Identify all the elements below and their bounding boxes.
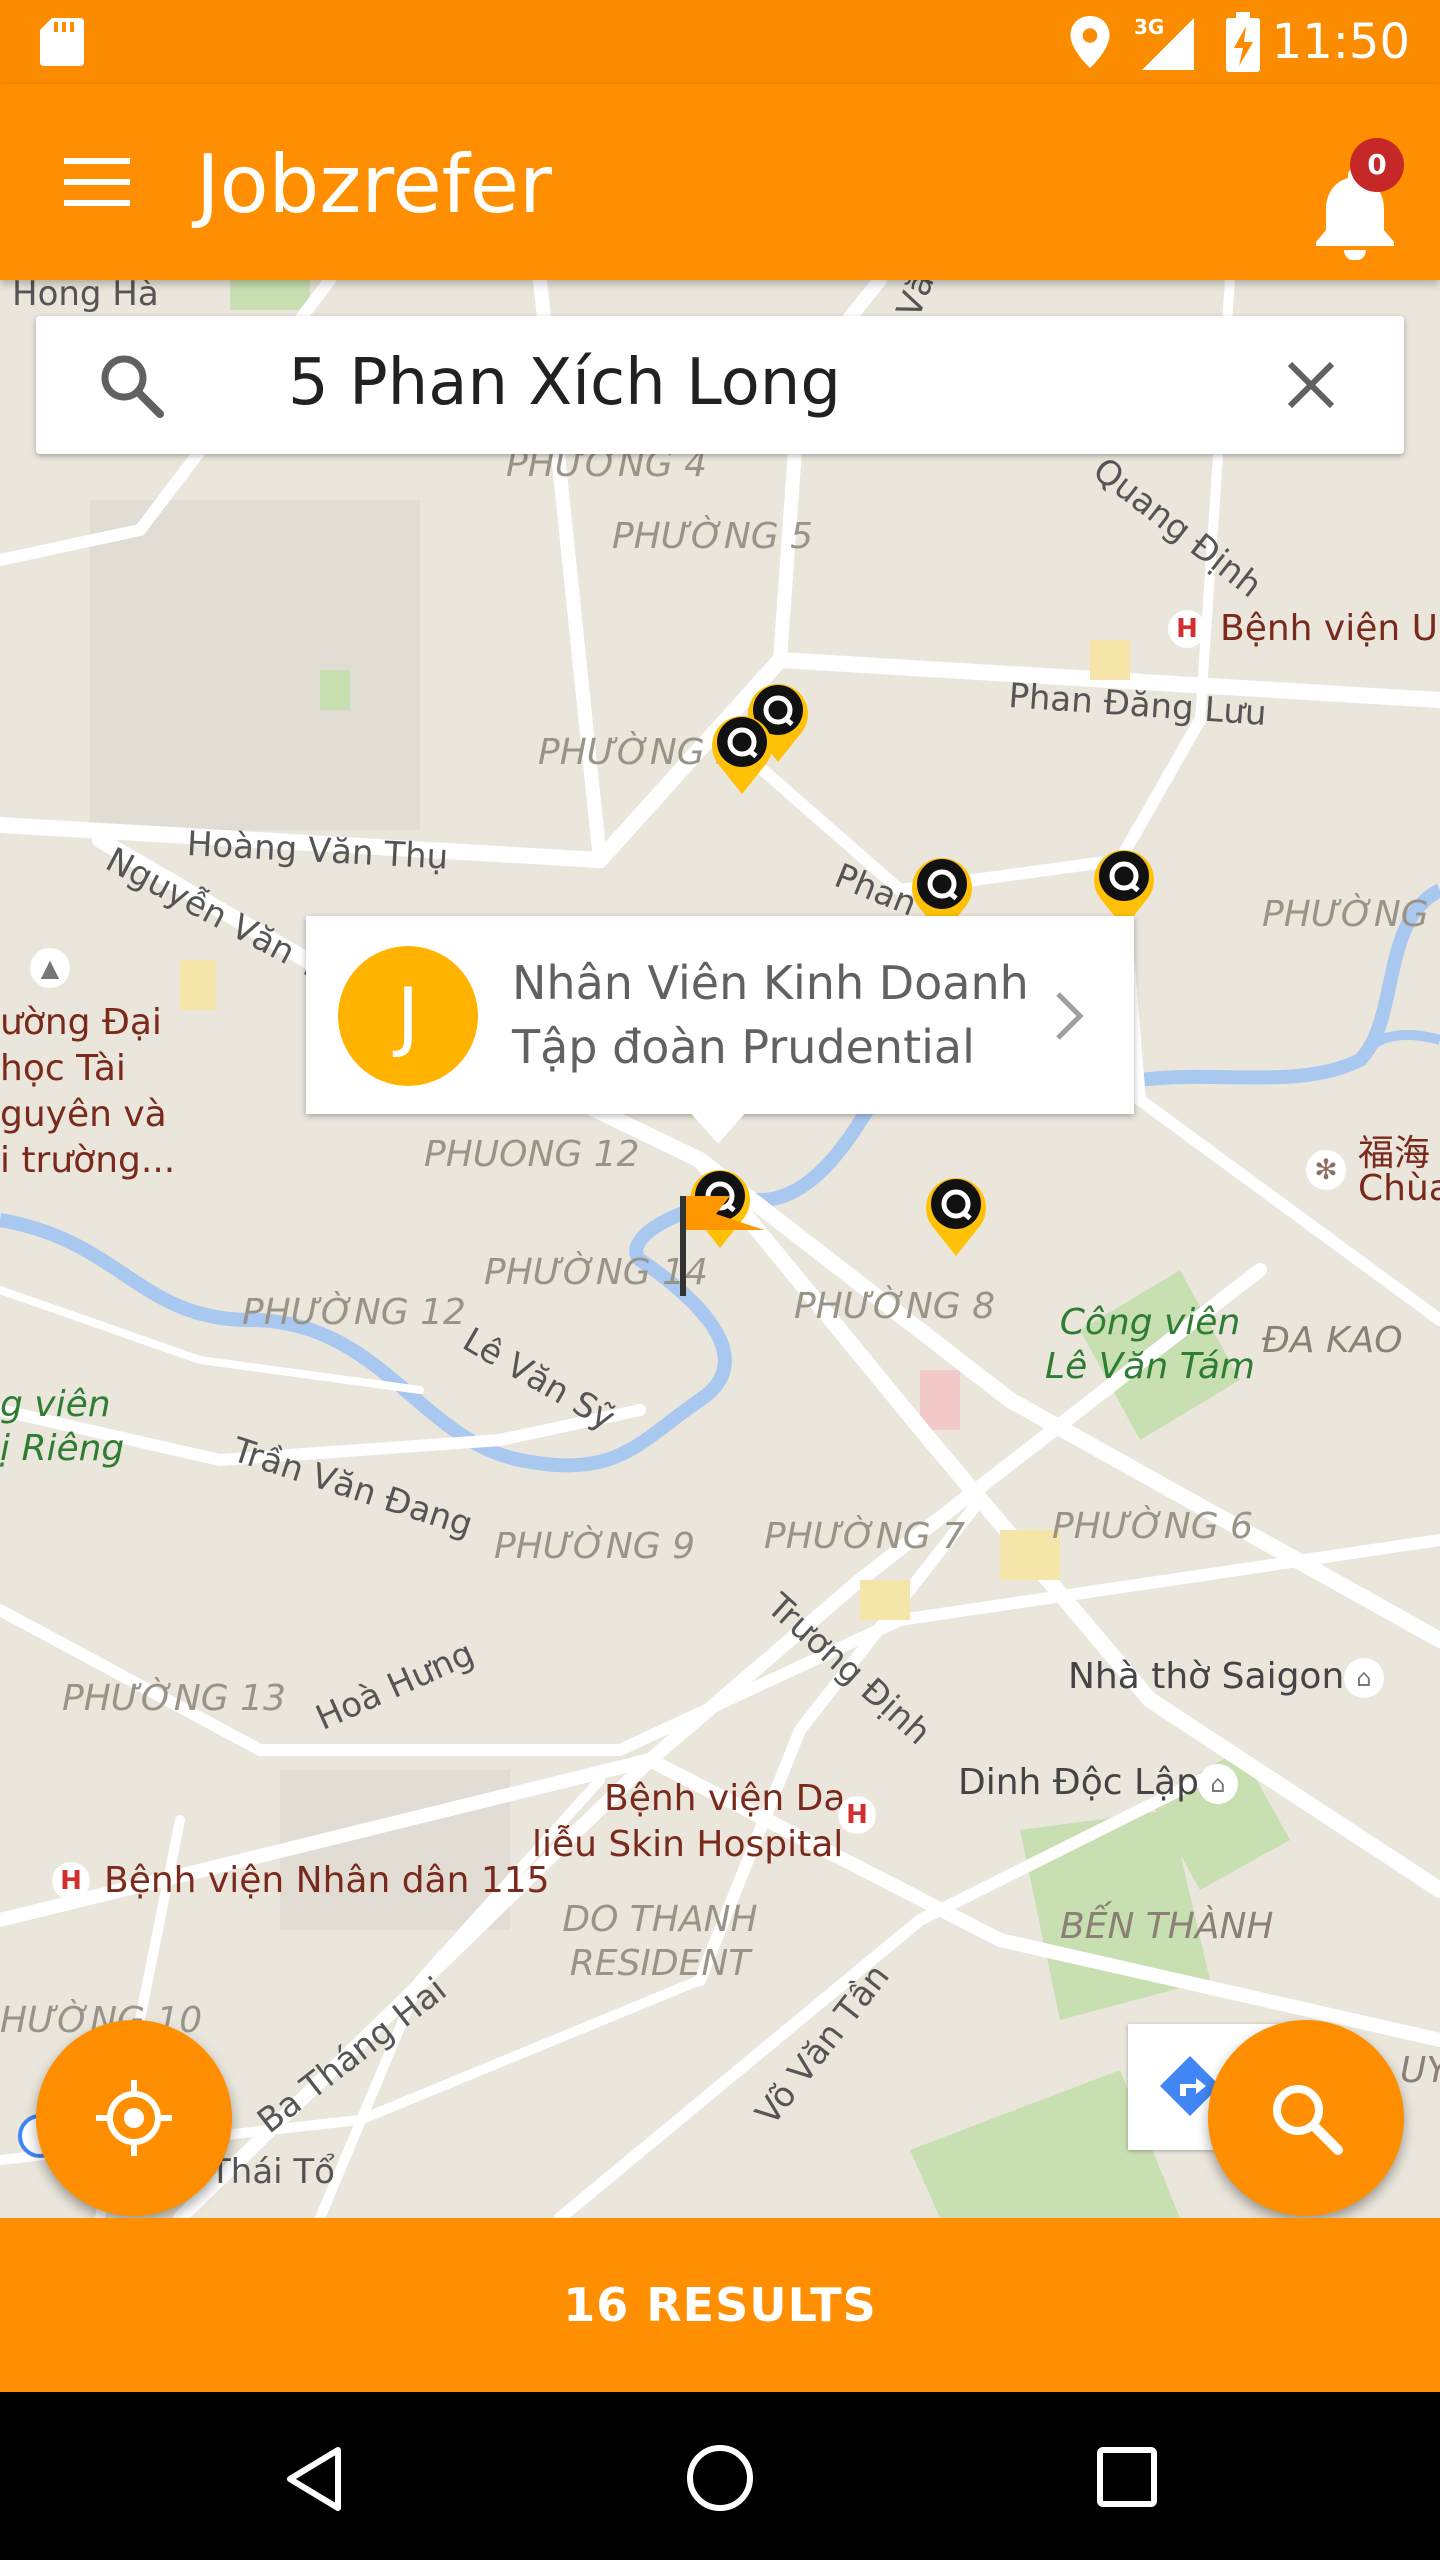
search-bar[interactable]: 5 Phan Xích Long — [36, 316, 1404, 454]
company-avatar: J — [338, 946, 478, 1086]
chevron-right-icon — [1056, 992, 1084, 1040]
hospital-icon: H — [838, 1796, 876, 1834]
park-label: ị Riêng — [0, 1428, 125, 1469]
company-name: Tập đoàn Prudential — [512, 1020, 975, 1074]
district-label: DO THANH RESIDENT — [562, 1899, 758, 1984]
park-label: Lê Văn Tám — [1045, 1346, 1255, 1387]
job-marker[interactable] — [924, 1174, 988, 1258]
poi-label: i trường... — [0, 1140, 176, 1181]
poi-label: guyên và — [0, 1094, 167, 1135]
district-label: PHƯỜNG 1 — [1262, 894, 1440, 935]
close-icon[interactable] — [1284, 358, 1338, 412]
district-label: PHUONG 12 — [424, 1134, 640, 1175]
poi-label: Dinh Độc Lập — [958, 1762, 1199, 1803]
search-icon — [1273, 2085, 1343, 2155]
district-label: PHƯỜNG 6 — [1052, 1506, 1254, 1547]
poi-label: ường Đại — [0, 1002, 162, 1043]
landmark-icon: ⌂ — [1198, 1764, 1238, 1804]
poi-label: Bệnh viện Da — [604, 1778, 846, 1819]
status-bar: 3G 11:50 — [0, 0, 1440, 84]
results-bar[interactable]: 16 RESULTS — [0, 2218, 1440, 2392]
location-icon — [1070, 16, 1110, 68]
map-view[interactable]: PHƯỜNG 4 PHƯỜNG 5 PHƯỜNG 3 PHƯỜNG 1 PHUO… — [0, 280, 1440, 2218]
search-fab[interactable] — [1208, 2020, 1404, 2216]
district-label: UY — [1400, 2050, 1440, 2091]
job-title: Nhân Viên Kinh Doanh — [512, 956, 1029, 1010]
home-icon[interactable] — [684, 2442, 756, 2514]
church-icon: ⌂ — [1344, 1658, 1384, 1698]
district-label: PHƯỜNG 3 — [538, 732, 740, 773]
district-label: PHƯỜNG 12 — [242, 1292, 466, 1333]
street-label: Thái Tổ — [210, 2152, 335, 2192]
poi-label: Bệnh viện Un — [1220, 608, 1440, 649]
district-label: PHƯỜNG 13 — [62, 1678, 286, 1719]
notification-badge: 0 — [1350, 138, 1404, 192]
search-icon — [101, 355, 164, 418]
app-title: Jobzrefer — [196, 138, 552, 231]
search-input[interactable]: 5 Phan Xích Long — [288, 346, 841, 420]
job-info-window[interactable]: J Nhân Viên Kinh Doanh Tập đoàn Prudenti… — [306, 916, 1134, 1114]
district-label: PHƯỜNG 5 — [612, 516, 814, 557]
poi-label: liễu Skin Hospital — [532, 1824, 844, 1865]
my-location-icon — [96, 2080, 172, 2156]
signal-icon: 3G — [1134, 15, 1194, 70]
park-label: Công viên — [1059, 1302, 1241, 1343]
park-label: g viên — [0, 1384, 111, 1425]
temple-icon: ✻ — [1306, 1150, 1346, 1190]
school-icon: ▲ — [30, 948, 70, 988]
street-label: Hong Hà — [12, 280, 159, 314]
info-window-pointer — [690, 1112, 746, 1144]
my-location-button[interactable] — [36, 2020, 232, 2216]
hospital-icon: H — [1168, 610, 1206, 648]
hospital-icon: H — [52, 1862, 90, 1900]
back-icon[interactable] — [284, 2446, 344, 2512]
flag-icon — [680, 1196, 764, 1296]
district-label: PHƯỜNG 9 — [494, 1526, 696, 1567]
menu-icon[interactable] — [64, 158, 130, 206]
battery-icon — [1226, 12, 1260, 72]
clock: 11:50 — [1271, 14, 1410, 70]
poi-label: học Tài — [0, 1048, 126, 1089]
poi-label: Bệnh viện Nhân dân 115 — [104, 1860, 550, 1901]
app-bar: Jobzrefer 0 — [0, 84, 1440, 280]
svg-text:3G: 3G — [1134, 15, 1164, 39]
notification-button[interactable]: 0 — [1300, 138, 1410, 260]
district-label: BẾN THÀNH — [1060, 1906, 1274, 1947]
poi-label: Nhà thờ Saigon — [1068, 1656, 1345, 1697]
district-label: PHƯỜNG 8 — [794, 1286, 996, 1327]
poi-label: Chùa — [1358, 1168, 1440, 1209]
recents-icon[interactable] — [1096, 2446, 1158, 2508]
job-marker[interactable] — [710, 712, 774, 796]
district-label: PHƯỜNG 7 — [764, 1516, 966, 1557]
system-nav-bar — [0, 2392, 1440, 2560]
district-label: ĐA KAO — [1262, 1320, 1403, 1361]
sd-card-icon — [40, 18, 84, 66]
